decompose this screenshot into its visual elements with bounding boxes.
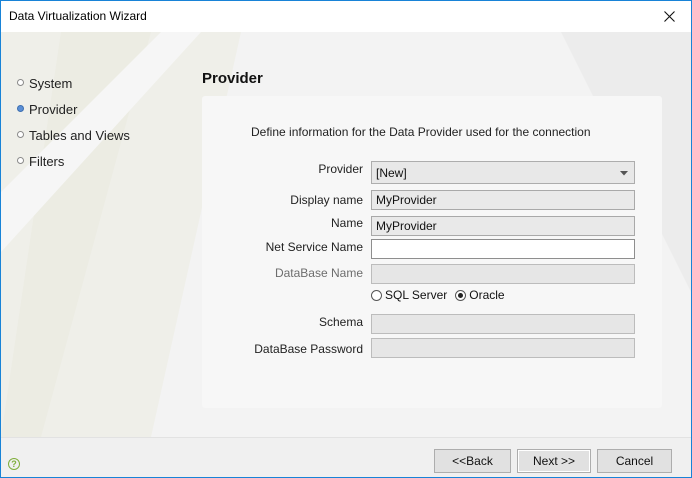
wizard-footer: ? <<Back Next >> Cancel [1, 437, 691, 477]
step-bullet-icon [17, 79, 24, 86]
radio-label: Oracle [469, 288, 505, 302]
step-bullet-icon [17, 157, 24, 164]
database-password-input[interactable] [371, 338, 635, 358]
net-service-name-label: Net Service Name [265, 240, 363, 254]
provider-form-panel: Define information for the Data Provider… [202, 96, 662, 408]
nav-step-label: System [29, 75, 73, 91]
nav-step-system[interactable]: System [17, 70, 130, 96]
next-button[interactable]: Next >> [517, 449, 591, 473]
name-label: Name [330, 216, 363, 230]
nav-step-label: Provider [29, 101, 78, 117]
nav-step-label: Tables and Views [29, 127, 130, 143]
chevron-down-icon [620, 171, 628, 176]
radio-sql-server[interactable]: SQL Server [371, 288, 447, 302]
provider-select-value: [New] [376, 166, 407, 180]
schema-input[interactable] [371, 314, 635, 334]
title-bar: Data Virtualization Wizard [1, 1, 691, 32]
database-password-label: DataBase Password [254, 342, 363, 356]
database-type-radio-group: SQL Server Oracle [371, 288, 513, 302]
display-name-field[interactable]: MyProvider [371, 190, 635, 210]
page-title: Provider [202, 70, 263, 87]
page-description: Define information for the Data Provider… [251, 125, 591, 139]
cancel-button[interactable]: Cancel [597, 449, 672, 473]
back-button[interactable]: <<Back [434, 449, 511, 473]
schema-label: Schema [318, 315, 363, 329]
provider-label: Provider [318, 162, 363, 176]
nav-step-provider[interactable]: Provider [17, 96, 130, 122]
active-step-bullet-icon [17, 105, 24, 112]
wizard-steps-nav: System Provider Tables and Views Filters [17, 70, 130, 174]
radio-label: SQL Server [385, 288, 448, 302]
database-name-label: DataBase Name [274, 266, 363, 280]
radio-unchecked-icon [371, 289, 382, 301]
wizard-window: Data Virtualization Wizard System Provid… [0, 0, 692, 478]
net-service-name-input[interactable] [371, 239, 635, 259]
close-icon [663, 11, 675, 22]
window-title: Data Virtualization Wizard [9, 9, 147, 23]
database-name-input[interactable] [371, 264, 635, 284]
provider-select[interactable]: [New] [371, 161, 635, 184]
step-bullet-icon [17, 131, 24, 138]
nav-step-tables-and-views[interactable]: Tables and Views [17, 122, 130, 148]
radio-oracle[interactable]: Oracle [455, 288, 505, 302]
close-button[interactable] [647, 1, 691, 32]
radio-checked-icon [455, 289, 467, 301]
display-name-label: Display name [290, 193, 363, 207]
name-field[interactable]: MyProvider [371, 216, 635, 236]
help-icon[interactable]: ? [8, 458, 20, 470]
nav-step-filters[interactable]: Filters [17, 148, 130, 174]
wizard-content: System Provider Tables and Views Filters… [1, 32, 691, 437]
nav-step-label: Filters [29, 153, 65, 169]
